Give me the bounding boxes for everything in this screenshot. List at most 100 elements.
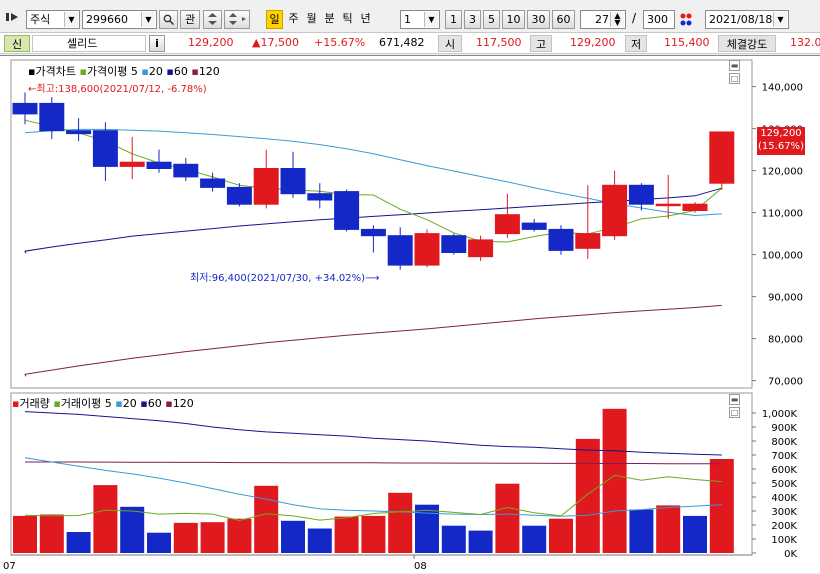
code-input[interactable]: 299660 ▼ xyxy=(82,10,157,29)
price-pane-minimize-button[interactable]: ▬ xyxy=(729,60,740,71)
count-separator: / xyxy=(632,11,637,25)
price-legend-ma60: 60 xyxy=(173,65,188,78)
volume-bar-up xyxy=(549,518,573,553)
volume-tick-label: 300K xyxy=(771,507,797,518)
search-button[interactable] xyxy=(159,10,178,29)
stock-name[interactable]: 셀리드 xyxy=(32,35,146,52)
volume-legend-title: 거래량 xyxy=(19,397,50,410)
price-change: ▲17,500 xyxy=(252,36,299,49)
updown-spinner[interactable] xyxy=(224,10,250,29)
candle-down xyxy=(307,193,333,201)
candle-down xyxy=(360,228,386,237)
price-change-pct: +15.67% xyxy=(314,36,366,49)
volume-tick-label: 400K xyxy=(771,493,797,504)
quick-60-button[interactable]: 60 xyxy=(552,10,575,29)
market-badge: 신 xyxy=(4,35,30,52)
price-tick-label: 110,000 xyxy=(762,209,803,220)
chevron-down-icon: ▼ xyxy=(64,12,78,27)
candle-down xyxy=(200,178,226,188)
toolbar: 주식 ▼ 299660 ▼ 관 일 주 월 분 틱 년 1 ▼ 1 3 5 10… xyxy=(0,0,820,36)
quick-30-button[interactable]: 30 xyxy=(527,10,550,29)
volume-tick-label: 200K xyxy=(771,521,797,532)
volume-bar-up xyxy=(495,483,520,553)
chevron-down-icon: ▼ xyxy=(424,12,438,27)
volume-bar-down xyxy=(66,532,91,553)
chart-area: 140,000130,000120,000110,000100,00090,00… xyxy=(0,55,820,573)
price-pane-maximize-button[interactable]: □ xyxy=(729,73,740,84)
volume-legend-ma120: 120 xyxy=(172,397,194,410)
volume-bar-down xyxy=(415,504,439,553)
volume-bar-down xyxy=(522,525,547,553)
quick-5-button[interactable]: 5 xyxy=(483,10,500,29)
price-tick-label: 120,000 xyxy=(762,167,803,178)
volume-bar-down xyxy=(683,515,707,553)
price-tick-label: 80,000 xyxy=(768,335,803,346)
volume-tick-label: 1,000K xyxy=(762,409,798,420)
candle-up xyxy=(468,239,494,258)
volume-bar-down xyxy=(307,528,332,553)
candle-down xyxy=(146,161,172,169)
volume-tick-label: 800K xyxy=(771,437,797,448)
count-total-input[interactable]: 300 xyxy=(643,10,675,29)
price-legend-ma120: 120 xyxy=(198,65,220,78)
volume-legend-ma5: 5 xyxy=(104,397,112,410)
date-select[interactable]: 2021/08/18 ▼ xyxy=(705,10,789,29)
high-label: 고 xyxy=(530,35,552,52)
volume-bar-up xyxy=(200,522,225,553)
volume-bar-up xyxy=(575,438,600,553)
stock-name-label: 셀리드 xyxy=(67,37,98,50)
candle-down xyxy=(173,163,199,178)
period-week-button[interactable]: 주 xyxy=(285,10,302,29)
price-tick-label: 140,000 xyxy=(762,83,803,94)
scroll-toggle-button[interactable] xyxy=(203,10,222,29)
volume-tick-label: 0K xyxy=(784,549,797,560)
volume-pane-maximize-button[interactable]: □ xyxy=(729,407,740,418)
volume-bar-down xyxy=(441,525,466,553)
candle-down xyxy=(628,184,654,205)
x-tick-label: 07 xyxy=(3,561,16,572)
current-price: 129,200 xyxy=(188,36,234,49)
candle-up xyxy=(494,214,520,235)
updown-arrows-icon xyxy=(229,13,246,25)
chart-canvas[interactable]: 140,000130,000120,000110,000100,00090,00… xyxy=(0,56,820,574)
stock-info-button[interactable]: i xyxy=(149,35,165,52)
volume-legend-ma20: 20 xyxy=(122,397,137,410)
quick-1-button[interactable]: 1 xyxy=(445,10,462,29)
candle-down xyxy=(521,222,547,230)
volume-bar-up xyxy=(173,522,198,553)
volume-legend: ▪거래량 ▪거래이평 5 ▪20 ▪60 ▪120 xyxy=(12,397,194,410)
period-month-button[interactable]: 월 xyxy=(303,10,320,29)
open-value: 117,500 xyxy=(476,36,522,49)
sync-icon[interactable] xyxy=(677,11,695,28)
candle-down xyxy=(280,168,306,195)
quick-3-button[interactable]: 3 xyxy=(464,10,481,29)
volume-pane-minimize-button[interactable]: ▬ xyxy=(729,394,740,405)
volume-bar-up xyxy=(709,458,734,553)
interval-select[interactable]: 1 ▼ xyxy=(400,10,440,29)
period-tick-button[interactable]: 틱 xyxy=(339,10,356,29)
panel-toggle-icon[interactable] xyxy=(6,11,20,23)
quick-10-button[interactable]: 10 xyxy=(502,10,525,29)
candle-down xyxy=(92,130,118,167)
last-price-value: 129,200 xyxy=(760,128,802,139)
volume-value: 671,482 xyxy=(379,36,425,49)
open-label: 시 xyxy=(438,35,462,52)
strength-label: 체결강도 xyxy=(718,35,776,52)
candle-up xyxy=(119,161,145,167)
market-select[interactable]: 주식 ▼ xyxy=(26,10,80,29)
strength-value: 132.0 xyxy=(790,36,820,49)
candle-up xyxy=(682,203,708,211)
count-input[interactable]: 27 ▲ ▼ xyxy=(580,10,626,29)
period-day-button[interactable]: 일 xyxy=(266,10,283,29)
period-minute-button[interactable]: 분 xyxy=(321,10,338,29)
volume-bar-down xyxy=(120,506,145,553)
period-year-button[interactable]: 년 xyxy=(357,10,374,29)
candle-up xyxy=(602,184,628,237)
candle-down xyxy=(387,235,413,266)
x-tick-label: 08 xyxy=(414,561,427,572)
volume-tick-label: 900K xyxy=(771,423,797,434)
volume-bar-up xyxy=(361,515,386,553)
related-button[interactable]: 관 xyxy=(180,10,200,29)
volume-bar-up xyxy=(227,518,252,553)
candle-down xyxy=(12,102,38,115)
